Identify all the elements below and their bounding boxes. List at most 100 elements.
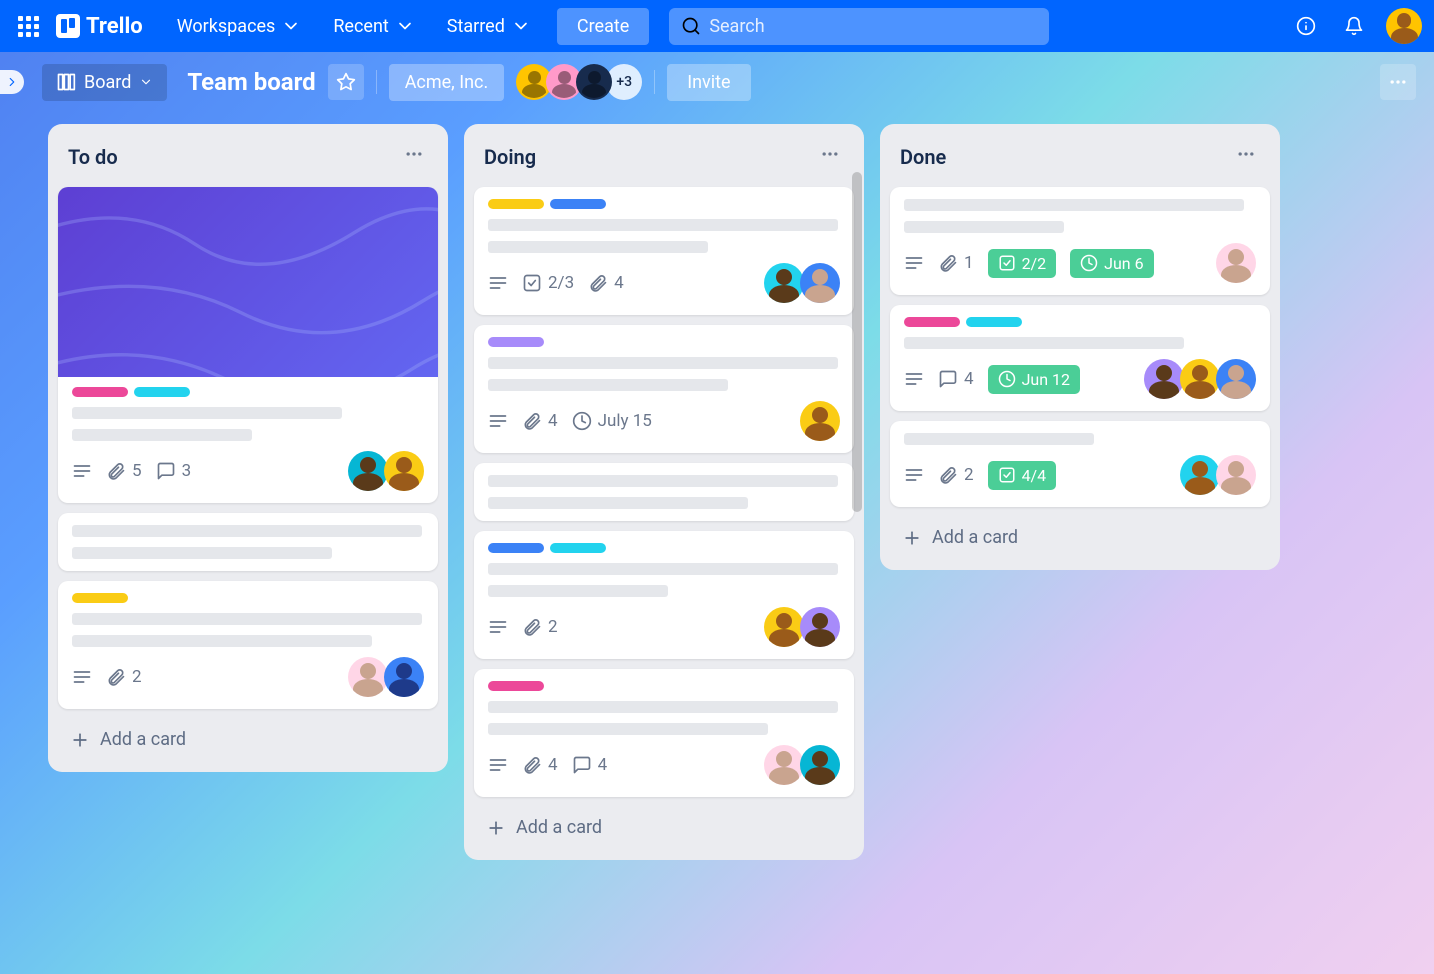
card-label[interactable] xyxy=(72,387,128,397)
card-label[interactable] xyxy=(488,543,544,553)
card-members xyxy=(1184,455,1256,495)
card-title-placeholder xyxy=(904,199,1244,211)
card-label[interactable] xyxy=(966,317,1022,327)
trello-logo[interactable]: Trello xyxy=(56,14,143,39)
nav-workspaces[interactable]: Workspaces xyxy=(163,10,316,43)
star-board-button[interactable] xyxy=(328,64,364,100)
card[interactable]: 53 xyxy=(58,187,438,503)
card-member-avatar[interactable] xyxy=(384,451,424,491)
card[interactable]: 4Jun 12 xyxy=(890,305,1270,411)
card-member-avatar[interactable] xyxy=(348,657,388,697)
card-labels xyxy=(72,593,424,603)
card-desc-indicator xyxy=(488,617,508,637)
card-desc-indicator xyxy=(488,755,508,775)
card-comment-indicator: 3 xyxy=(156,461,192,481)
list: Doing 2/3 4 4July 15 2 44 Add a card xyxy=(464,124,864,860)
board-view-button[interactable]: Board xyxy=(42,64,167,101)
card-attach-indicator: 4 xyxy=(588,273,624,293)
workspace-button[interactable]: Acme, Inc. xyxy=(389,64,505,101)
card-comment-indicator: 4 xyxy=(572,755,608,775)
card[interactable]: 44 xyxy=(474,669,854,797)
card-desc-indicator xyxy=(904,369,924,389)
card-member-avatar[interactable] xyxy=(1180,359,1220,399)
nav-recent[interactable]: Recent xyxy=(319,10,428,43)
user-avatar[interactable] xyxy=(1386,8,1422,44)
card[interactable]: 4July 15 xyxy=(474,325,854,453)
search-input[interactable] xyxy=(709,16,1037,37)
expand-sidebar-button[interactable] xyxy=(0,70,24,94)
card-member-avatar[interactable] xyxy=(764,263,804,303)
card-footer: 44 xyxy=(488,745,840,785)
card-title-placeholder xyxy=(72,525,422,537)
apps-menu-icon[interactable] xyxy=(12,10,44,42)
card-label[interactable] xyxy=(72,593,128,603)
plus-icon xyxy=(902,528,922,548)
card-members xyxy=(768,263,840,303)
card-title-placeholder xyxy=(488,563,838,575)
card-title-placeholder xyxy=(488,701,838,713)
card-label[interactable] xyxy=(488,199,544,209)
card-label[interactable] xyxy=(488,337,544,347)
notifications-button[interactable] xyxy=(1338,10,1370,42)
board-canvas[interactable]: To do 532 Add a card Doing 2/344July 152… xyxy=(0,112,1434,974)
scrollbar[interactable] xyxy=(852,172,862,512)
dots-icon xyxy=(1236,144,1256,164)
chevron-right-icon xyxy=(5,75,19,89)
nav-starred[interactable]: Starred xyxy=(433,10,545,43)
add-card-button[interactable]: Add a card xyxy=(474,807,854,848)
card-member-avatar[interactable] xyxy=(1216,243,1256,283)
card[interactable] xyxy=(58,513,438,571)
search-box[interactable] xyxy=(669,8,1049,45)
card-member-avatar[interactable] xyxy=(800,745,840,785)
plus-icon xyxy=(70,730,90,750)
add-card-button[interactable]: Add a card xyxy=(58,719,438,760)
card-member-avatar[interactable] xyxy=(384,657,424,697)
card-member-avatar[interactable] xyxy=(1180,455,1220,495)
list-menu-button[interactable] xyxy=(400,140,428,173)
list-menu-button[interactable] xyxy=(1232,140,1260,173)
card-label[interactable] xyxy=(550,199,606,209)
list-title[interactable]: Doing xyxy=(484,145,536,169)
bell-icon xyxy=(1344,16,1364,36)
card[interactable]: 24/4 xyxy=(890,421,1270,507)
invite-button[interactable]: Invite xyxy=(667,64,750,101)
create-button[interactable]: Create xyxy=(557,8,649,45)
card-members xyxy=(1220,243,1256,283)
list-title[interactable]: Done xyxy=(900,145,946,169)
card[interactable]: 2/3 4 xyxy=(474,187,854,315)
card-footer: 24/4 xyxy=(904,455,1256,495)
card-label[interactable] xyxy=(134,387,190,397)
card-label[interactable] xyxy=(904,317,960,327)
member-avatar[interactable] xyxy=(576,64,612,100)
dots-icon xyxy=(1388,72,1408,92)
card-members xyxy=(352,657,424,697)
card-member-avatar[interactable] xyxy=(1216,359,1256,399)
card-desc-indicator xyxy=(488,411,508,431)
card-member-avatar[interactable] xyxy=(764,607,804,647)
card-attach-indicator: 2 xyxy=(106,667,142,687)
card-desc-indicator xyxy=(904,253,924,273)
card[interactable] xyxy=(474,463,854,521)
card-title-placeholder xyxy=(904,337,1184,349)
card-label[interactable] xyxy=(488,681,544,691)
card-member-avatar[interactable] xyxy=(348,451,388,491)
card-check-indicator: 2/3 xyxy=(522,273,574,293)
card-member-avatar[interactable] xyxy=(764,745,804,785)
card-member-avatar[interactable] xyxy=(800,607,840,647)
card[interactable]: 2 xyxy=(474,531,854,659)
card-member-avatar[interactable] xyxy=(1144,359,1184,399)
card-label[interactable] xyxy=(550,543,606,553)
card-member-avatar[interactable] xyxy=(800,263,840,303)
info-button[interactable] xyxy=(1290,10,1322,42)
list-title[interactable]: To do xyxy=(68,145,118,169)
search-icon xyxy=(681,16,701,36)
board-title[interactable]: Team board xyxy=(187,68,315,96)
card-member-avatar[interactable] xyxy=(800,401,840,441)
card[interactable]: 2 xyxy=(58,581,438,709)
list-menu-button[interactable] xyxy=(816,140,844,173)
board-menu-button[interactable] xyxy=(1380,64,1416,100)
card-member-avatar[interactable] xyxy=(1216,455,1256,495)
add-card-button[interactable]: Add a card xyxy=(890,517,1270,558)
card[interactable]: 12/2Jun 6 xyxy=(890,187,1270,295)
card-title-placeholder xyxy=(72,407,342,419)
